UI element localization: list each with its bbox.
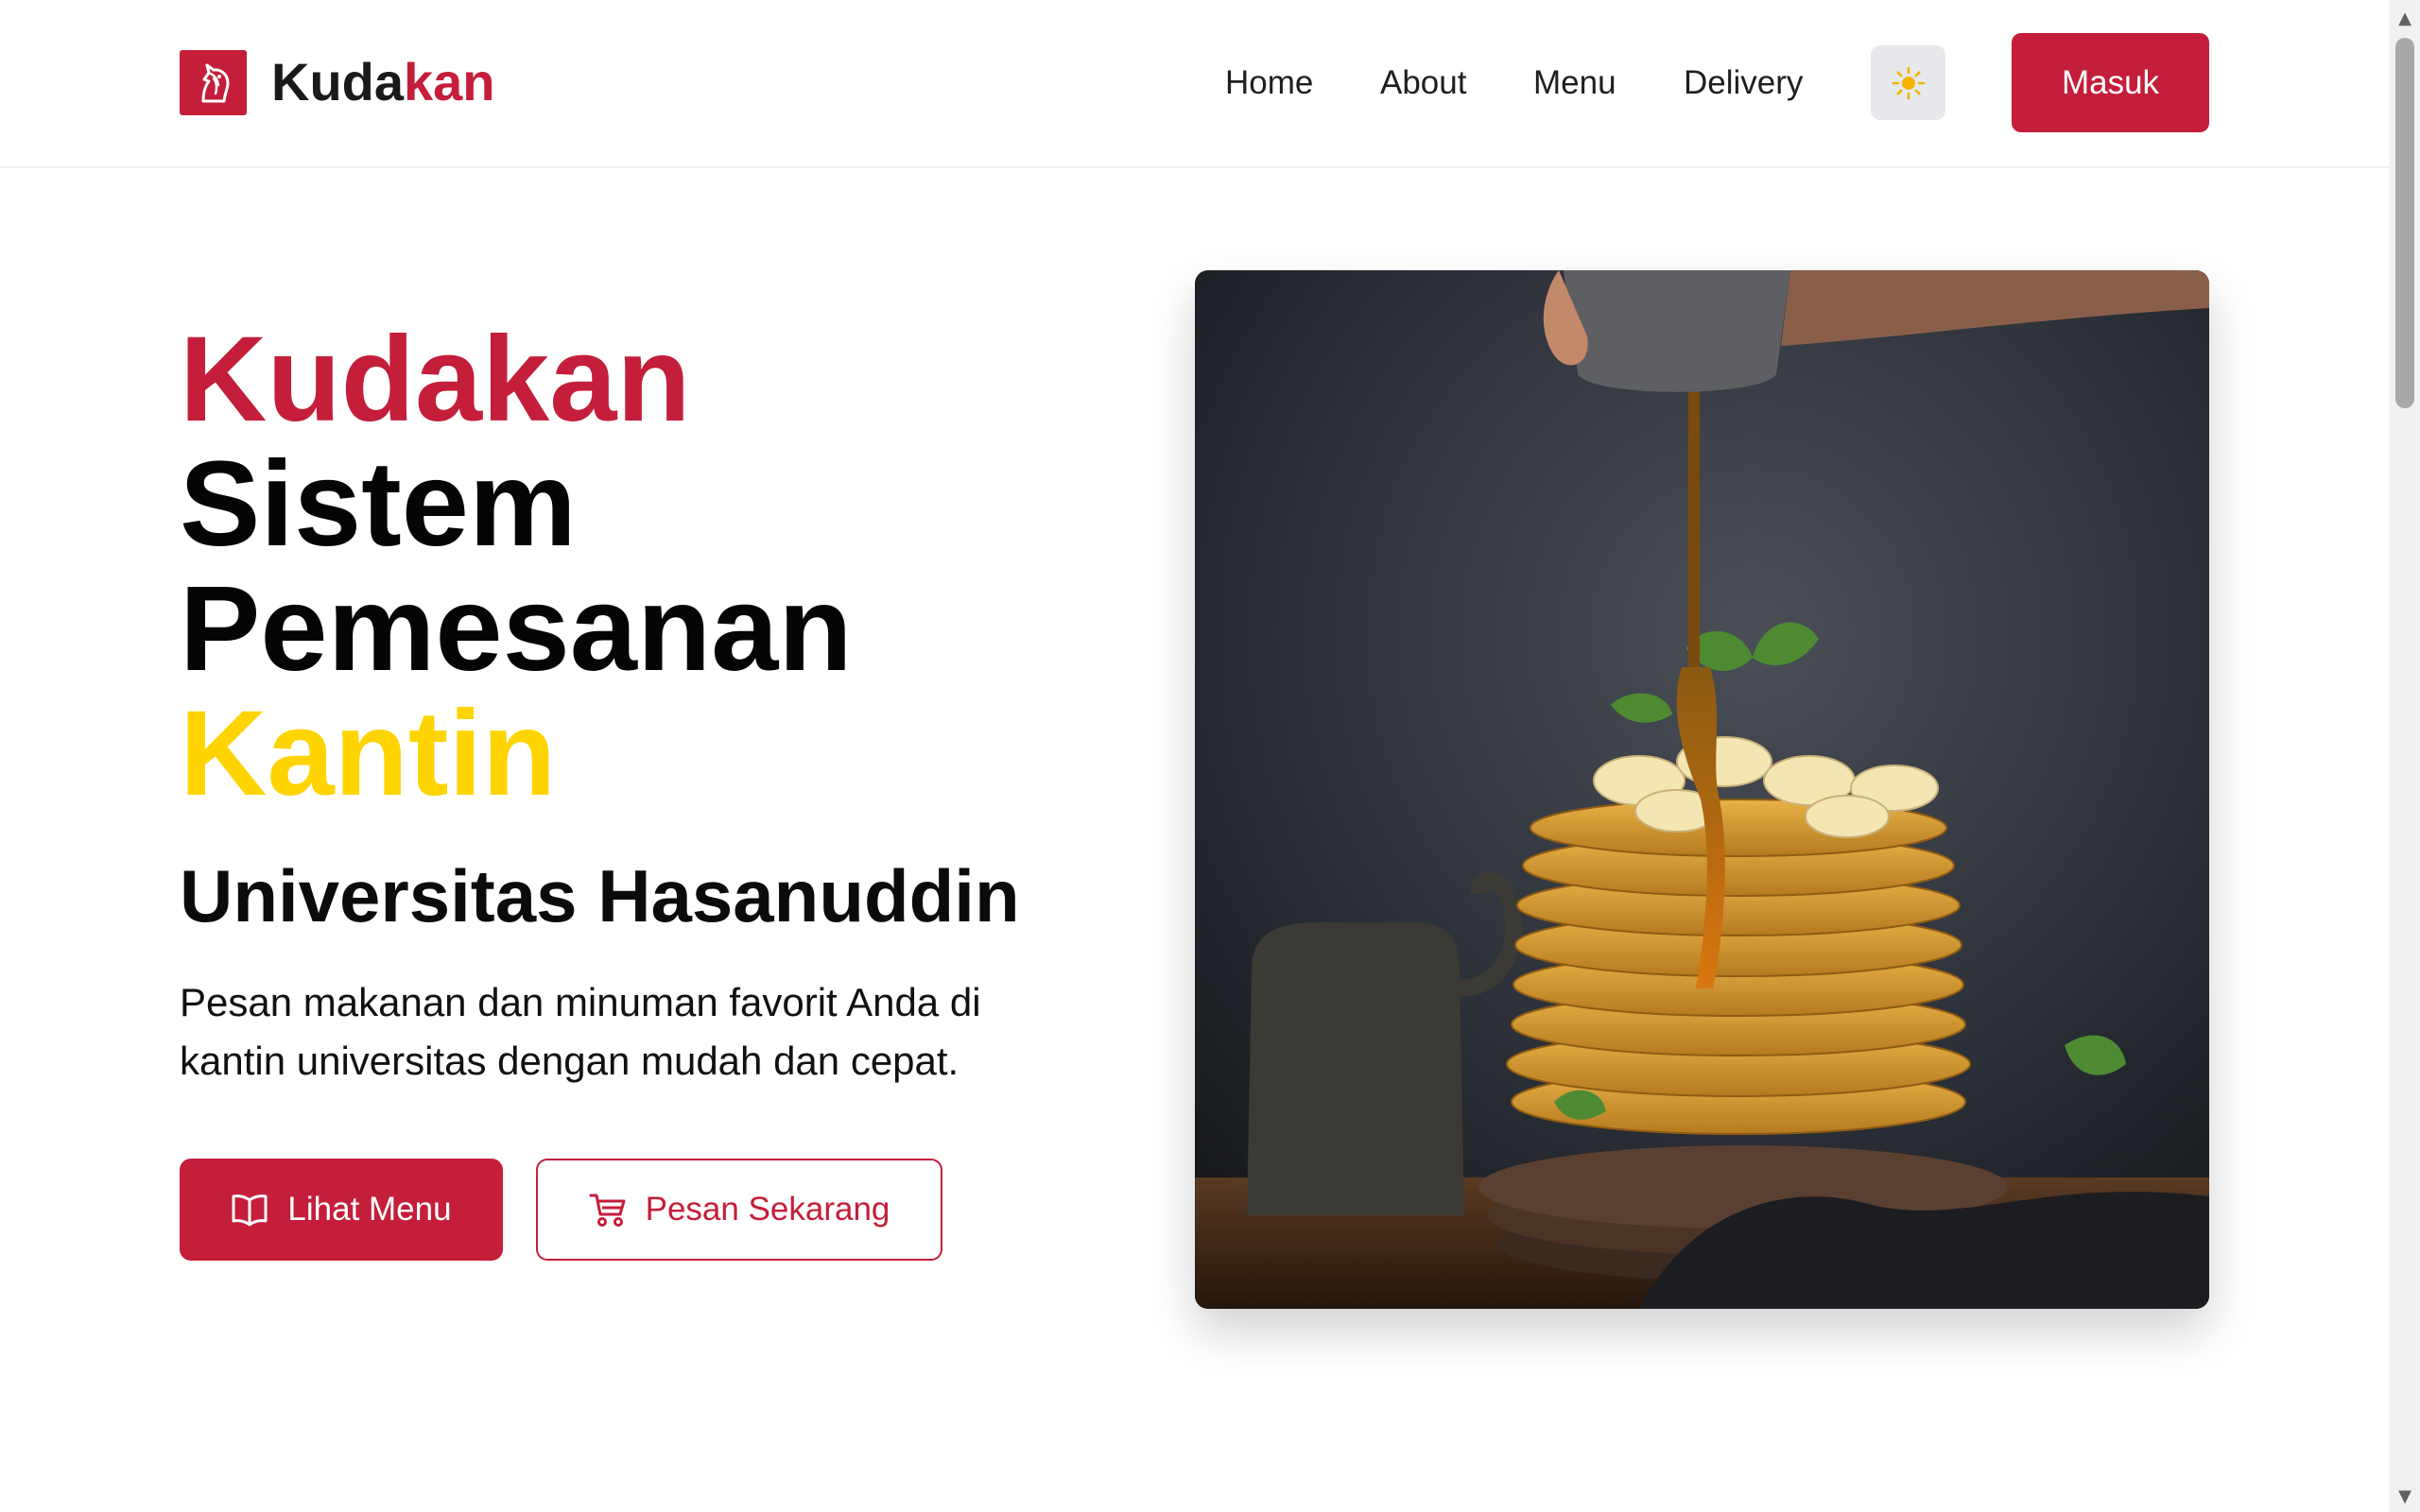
cart-icon [589, 1194, 626, 1227]
hero-description: Pesan makanan dan minuman favorit Anda d… [180, 980, 981, 1083]
hero-title-brand: Kudakan [180, 312, 691, 447]
scrollbar[interactable]: ▲ ▼ [2390, 0, 2420, 1512]
navbar: Kudakan Home About Menu Delivery Masuk [0, 0, 2390, 168]
brand-name-part1: Kuda [271, 52, 404, 112]
hero-title-highlight: Kantin [180, 686, 557, 821]
brand-name-part2: kan [404, 52, 495, 112]
brand-name[interactable]: Kudakan [271, 51, 495, 113]
nav-menu[interactable]: Menu [1533, 62, 1616, 104]
book-icon [232, 1194, 268, 1227]
order-now-button[interactable]: Pesan Sekarang [536, 1159, 942, 1261]
login-button[interactable]: Masuk [2012, 33, 2209, 132]
view-menu-button[interactable]: Lihat Menu [180, 1159, 503, 1261]
nav-delivery[interactable]: Delivery [1684, 62, 1803, 104]
hero-title-line3: Pemesanan [180, 561, 853, 696]
hero-title-line2: Sistem [180, 437, 577, 572]
nav-home[interactable]: Home [1225, 62, 1313, 104]
horse-head-icon [201, 63, 229, 102]
scroll-up-icon[interactable]: ▲ [2390, 4, 2420, 32]
theme-toggle-button[interactable] [1871, 45, 1945, 120]
order-now-label: Pesan Sekarang [645, 1191, 890, 1228]
view-menu-label: Lihat Menu [287, 1191, 452, 1228]
hero-subtitle: Universitas Hasanuddin [180, 854, 1020, 937]
nav-about[interactable]: About [1380, 62, 1466, 104]
hero-food-image [1195, 270, 2209, 1309]
sun-icon [1892, 66, 1925, 99]
scroll-down-icon[interactable]: ▼ [2390, 1482, 2420, 1510]
scroll-thumb[interactable] [2395, 38, 2414, 408]
page: Kudakan Home About Menu Delivery Masuk K… [0, 0, 2420, 1512]
logo[interactable] [180, 50, 247, 115]
